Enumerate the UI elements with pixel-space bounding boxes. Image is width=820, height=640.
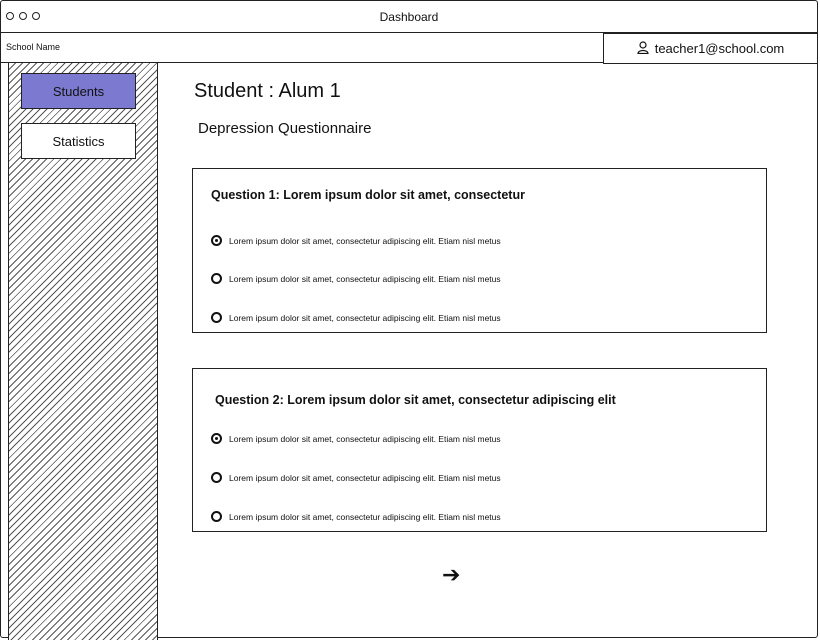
radio-empty-icon[interactable]	[211, 472, 222, 483]
page-title: Student : Alum 1	[194, 80, 341, 102]
question-title: Question 1: Lorem ipsum dolor sit amet, …	[211, 188, 525, 202]
question-card-1: Question 1: Lorem ipsum dolor sit amet, …	[192, 168, 767, 333]
answer-option[interactable]: Lorem ipsum dolor sit amet, consectetur …	[211, 273, 501, 284]
answer-option[interactable]: Lorem ipsum dolor sit amet, consectetur …	[211, 312, 501, 323]
radio-empty-icon[interactable]	[211, 273, 222, 284]
answer-label: Lorem ipsum dolor sit amet, consectetur …	[229, 433, 501, 444]
radio-empty-icon[interactable]	[211, 511, 222, 522]
user-icon	[637, 40, 649, 57]
user-email: teacher1@school.com	[654, 41, 785, 56]
radio-selected-icon[interactable]	[211, 433, 222, 444]
question-title: Question 2: Lorem ipsum dolor sit amet, …	[215, 393, 616, 407]
questionnaire-title: Depression Questionnaire	[198, 120, 372, 137]
answer-label: Lorem ipsum dolor sit amet, consectetur …	[229, 235, 501, 246]
answer-option[interactable]: Lorem ipsum dolor sit amet, consectetur …	[211, 235, 501, 246]
user-account-button[interactable]: teacher1@school.com	[603, 33, 818, 64]
sidebar-item-students[interactable]: Students	[21, 73, 136, 109]
answer-option[interactable]: Lorem ipsum dolor sit amet, consectetur …	[211, 511, 501, 522]
radio-empty-icon[interactable]	[211, 312, 222, 323]
answer-label: Lorem ipsum dolor sit amet, consectetur …	[229, 511, 501, 522]
question-card-2: Question 2: Lorem ipsum dolor sit amet, …	[192, 368, 767, 532]
title-bar: Dashboard	[0, 0, 818, 33]
window-title: Dashboard	[379, 10, 439, 24]
radio-selected-icon[interactable]	[211, 235, 222, 246]
sidebar-item-statistics[interactable]: Statistics	[21, 123, 136, 159]
answer-option[interactable]: Lorem ipsum dolor sit amet, consectetur …	[211, 472, 501, 483]
arrow-right-icon[interactable]: ➔	[442, 564, 460, 586]
answer-option[interactable]: Lorem ipsum dolor sit amet, consectetur …	[211, 433, 501, 444]
answer-label: Lorem ipsum dolor sit amet, consectetur …	[229, 472, 501, 483]
school-name: School Name	[6, 42, 61, 52]
answer-label: Lorem ipsum dolor sit amet, consectetur …	[229, 312, 501, 323]
answer-label: Lorem ipsum dolor sit amet, consectetur …	[229, 273, 501, 284]
